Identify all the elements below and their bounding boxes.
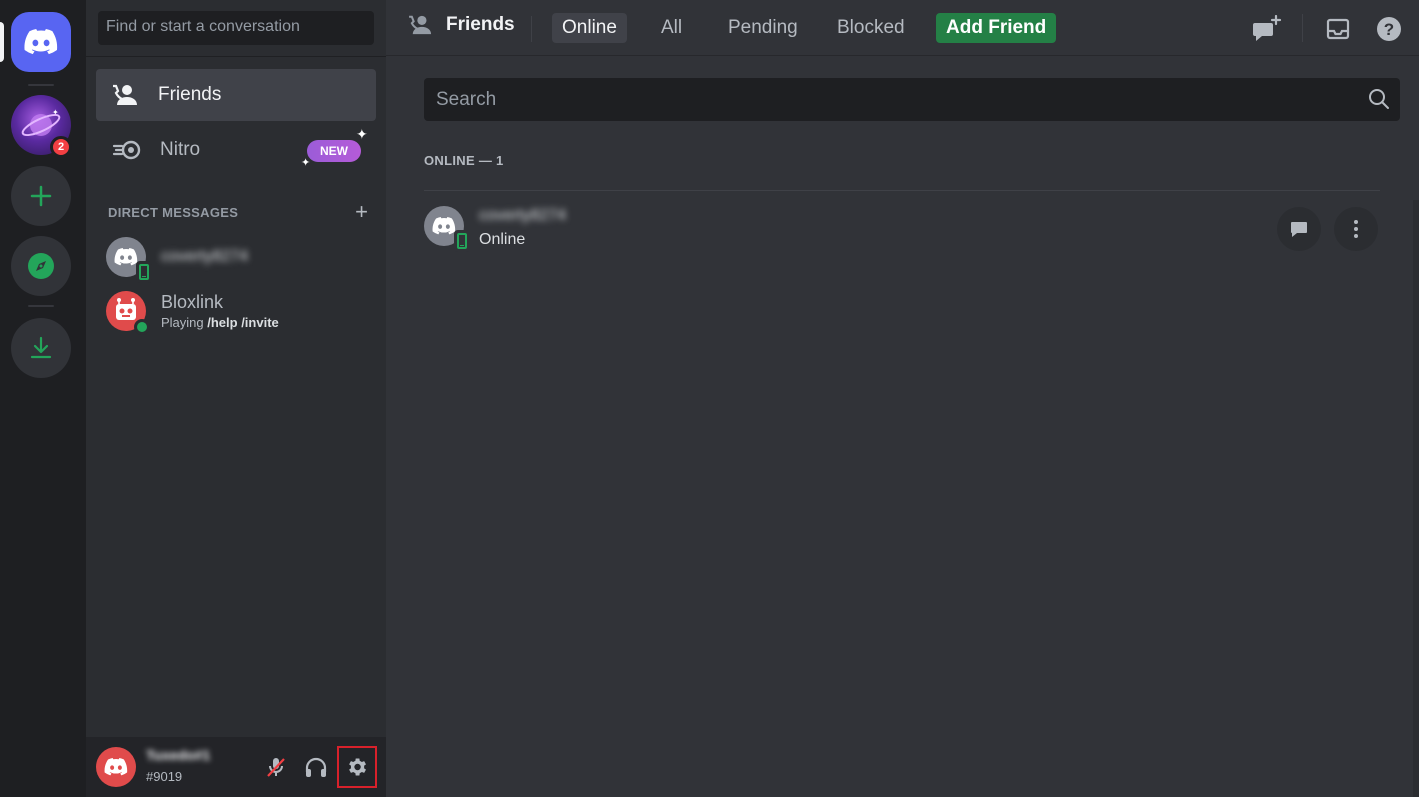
download-apps-button[interactable]: [11, 318, 71, 378]
online-status-icon: [134, 319, 150, 335]
home-button[interactable]: [11, 12, 71, 72]
activity-prefix: Playing: [161, 315, 208, 330]
rail-divider: [28, 305, 54, 307]
discord-logo-icon: [432, 217, 456, 235]
friend-status: Online: [479, 231, 526, 248]
gear-icon: [349, 758, 366, 776]
nav-friends[interactable]: Friends: [96, 69, 376, 121]
nav-nitro[interactable]: Nitro NEW ✦ ✦: [96, 124, 376, 176]
more-options-button[interactable]: [1334, 207, 1378, 251]
add-server-button[interactable]: [11, 166, 71, 226]
friends-icon: [409, 15, 432, 35]
dm-name: Bloxlink: [161, 292, 224, 312]
nav-nitro-label: Nitro: [160, 139, 201, 160]
dm-item[interactable]: coverty8274: [96, 234, 376, 283]
avatar: [106, 237, 152, 283]
tab-online[interactable]: Online: [552, 13, 627, 43]
online-count-header: ONLINE — 1: [424, 153, 504, 168]
find-conversation-button[interactable]: Find or start a conversation: [98, 11, 374, 45]
search-icon: [1368, 88, 1390, 115]
inbox-button[interactable]: [1323, 14, 1353, 44]
friend-row[interactable]: coverty8274 Online: [424, 201, 1380, 257]
deafen-button[interactable]: [298, 749, 334, 785]
new-message-icon: [1253, 15, 1282, 41]
nitro-icon: [112, 140, 141, 160]
server-rail: ✦ 2: [0, 0, 86, 797]
tab-pending[interactable]: Pending: [718, 13, 808, 43]
discord-app: ✦ 2 Find or start a conversation Friends…: [0, 0, 1419, 797]
direct-messages-label: DIRECT MESSAGES: [108, 204, 239, 220]
dm-item[interactable]: Bloxlink Playing /help /invite: [96, 288, 376, 335]
user-tag: #9019: [146, 769, 183, 784]
help-icon: ?: [1377, 17, 1401, 41]
svg-text:?: ?: [1384, 20, 1394, 39]
rail-divider: [28, 84, 54, 86]
user-settings-button[interactable]: [337, 746, 377, 788]
divider: [531, 16, 532, 42]
explore-servers-button[interactable]: [11, 236, 71, 296]
discord-logo-icon: [114, 248, 138, 266]
notification-badge: 2: [50, 136, 72, 158]
user-avatar[interactable]: [96, 747, 136, 787]
activity-name: /help /invite: [207, 315, 279, 330]
username: Tuxedo#1: [146, 747, 211, 763]
sparkle-icon: ✦: [301, 157, 311, 169]
avatar: [106, 291, 150, 335]
mobile-status-icon: [136, 261, 152, 283]
chat-bubble-icon: [1291, 222, 1307, 237]
more-vertical-icon: [1354, 220, 1358, 238]
direct-messages-header: DIRECT MESSAGES +: [108, 201, 368, 223]
channel-sidebar: Find or start a conversation Friends Nit…: [86, 0, 386, 797]
search-input[interactable]: [424, 78, 1354, 121]
add-friend-button[interactable]: Add Friend: [936, 13, 1057, 43]
friends-icon: [113, 84, 137, 105]
sparkle-icon: ✦: [356, 126, 368, 142]
svg-text:✦: ✦: [52, 108, 59, 117]
new-badge: NEW: [307, 140, 361, 162]
main-content: Friends Online All Pending Blocked Add F…: [386, 0, 1419, 797]
page-title: Friends: [408, 14, 515, 36]
top-bar: Friends Online All Pending Blocked Add F…: [386, 0, 1419, 56]
avatar: [424, 206, 470, 252]
dm-name: coverty8274: [161, 248, 249, 265]
message-button[interactable]: [1277, 207, 1321, 251]
friend-name: coverty8274: [479, 207, 567, 224]
tab-blocked[interactable]: Blocked: [827, 13, 915, 43]
divider: [86, 56, 386, 57]
page-title-text: Friends: [446, 14, 515, 35]
selected-indicator: [0, 22, 4, 62]
help-button[interactable]: ?: [1374, 14, 1404, 44]
create-dm-icon[interactable]: +: [355, 201, 368, 223]
discord-logo-icon: [24, 29, 58, 55]
scrollbar[interactable]: [1413, 200, 1419, 797]
nav-friends-label: Friends: [158, 84, 222, 105]
dm-activity: Playing /help /invite: [161, 315, 279, 330]
plus-icon: [30, 185, 52, 207]
divider: [424, 190, 1380, 191]
download-icon: [30, 336, 52, 359]
tab-all[interactable]: All: [651, 13, 692, 43]
user-panel: Tuxedo#1 #9019: [86, 737, 386, 797]
microphone-muted-icon: [267, 758, 285, 777]
discord-logo-icon: [104, 758, 128, 776]
inbox-icon: [1326, 18, 1350, 40]
divider: [1302, 14, 1303, 42]
new-group-dm-button[interactable]: [1252, 14, 1282, 44]
mobile-status-icon: [454, 230, 470, 252]
mute-button[interactable]: [258, 749, 294, 785]
friends-search: [424, 78, 1400, 121]
headphones-icon: [305, 757, 327, 777]
compass-icon: [28, 253, 54, 279]
